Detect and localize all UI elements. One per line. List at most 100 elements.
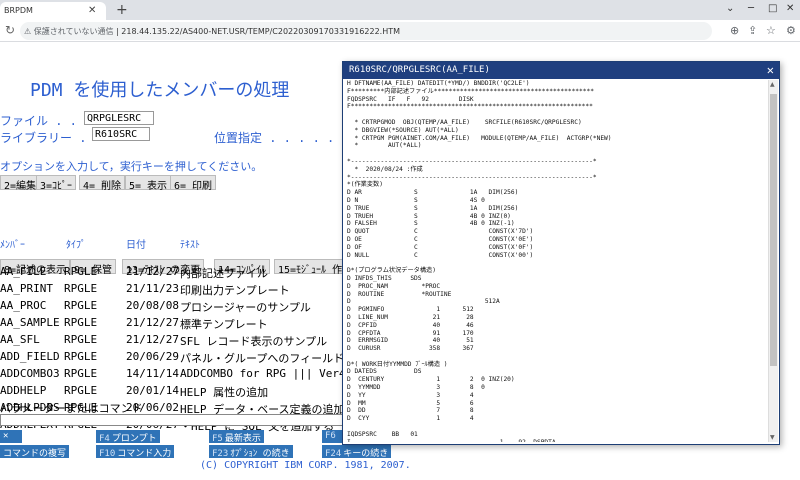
source-line: D INFDS_THIS SDS	[347, 274, 422, 282]
member-type: RPGLE	[64, 299, 98, 312]
maximize-icon[interactable]: □	[768, 3, 777, 14]
member-type: RPGLE	[64, 384, 98, 397]
popup-scrollbar[interactable]: ▲ ▼	[768, 80, 778, 442]
source-line	[347, 150, 767, 158]
member-row[interactable]: AA_SAMPLE RPGLE 21/12/27 標準テンプレート	[0, 316, 345, 333]
f6-button[interactable]: F6	[322, 430, 342, 443]
close-icon[interactable]: ✕	[767, 63, 774, 77]
source-line: H DFTNAME(AA_FILE) DATEDIT(*YMD/) BNDDIR…	[347, 80, 530, 87]
source-line: D OE C CONST(X'0E')	[347, 235, 534, 243]
source-line: D NULL C CONST(X'00')	[347, 251, 534, 259]
source-line: D OF C CONST(X'0F')	[347, 243, 534, 251]
source-line: F***************************************…	[347, 103, 593, 111]
source-line: D FALSEH S 4B 0 INZ(-1)	[347, 220, 515, 228]
close-icon[interactable]: ✕	[88, 5, 96, 16]
window-close-icon[interactable]: ✕	[786, 3, 794, 14]
source-line: D YYMMDD 3 8 0	[347, 384, 485, 392]
member-text: 印刷出力テンプレート	[180, 284, 290, 297]
source-line: D TRUEH S 4B 0 INZ(0)	[347, 212, 511, 220]
member-type: RPGLE	[64, 333, 98, 346]
column-text: ﾃｷｽﾄ	[180, 240, 200, 251]
source-line: FQDSPSRC IF F 92 DISK	[347, 95, 474, 103]
chevron-down-icon[interactable]: ⌄	[726, 3, 734, 14]
source-viewer-window: R610SRC/QRPGLESRC(AA_FILE) ✕ H DFTNAME(A…	[342, 61, 780, 445]
scroll-down-icon[interactable]: ▼	[770, 434, 775, 441]
source-line	[347, 111, 767, 119]
zoom-icon[interactable]: ⊕	[730, 24, 739, 37]
scrollbar-thumb[interactable]	[770, 94, 777, 366]
scroll-up-icon[interactable]: ▲	[770, 81, 775, 88]
f5-refresh-button[interactable]: F5 最新表示	[209, 430, 264, 444]
source-line: * 2020/08/24 :作成	[347, 165, 423, 173]
member-text: パネル・グループへのフィールド	[180, 352, 345, 365]
source-line: D N S 4S 0	[347, 196, 485, 204]
f23-more-options-button[interactable]: F23 ｵﾌﾟｼｮﾝ の続き	[209, 445, 293, 459]
address-bar[interactable]: ⚠ 保護されていない通信 | 218.44.135.22/AS400-NET.U…	[20, 22, 712, 40]
source-line: I 1 92 DSPDTA	[347, 439, 767, 442]
member-date: 20/06/29	[126, 350, 179, 363]
member-date: 21/12/27	[126, 333, 179, 346]
library-label: ライブラリー .	[0, 131, 87, 145]
source-line: D 512A	[347, 298, 500, 306]
f4-prompt-button[interactable]: F4 プロンプト	[96, 430, 160, 444]
browser-tab[interactable]: BRPDM ✕	[0, 2, 106, 20]
new-tab-icon[interactable]: +	[116, 2, 128, 18]
popup-title-bar: R610SRC/QRPGLESRC(AA_FILE) ✕	[343, 62, 779, 79]
f10-command-entry-button[interactable]: F10 コマンド入力	[96, 445, 175, 459]
source-line: D*(プログラム状況データ構造)	[347, 267, 436, 275]
source-line: D YY 3 4	[347, 391, 474, 399]
source-line: D PGMINFO 1 512	[347, 306, 474, 314]
library-field[interactable]: R610SRC	[92, 127, 150, 141]
option-display[interactable]: 5= 表示	[125, 175, 172, 192]
bookmark-star-icon[interactable]: ☆	[766, 24, 776, 37]
member-name: AA_FILE	[0, 265, 47, 278]
member-text: 内部記述ファイル	[180, 267, 268, 280]
share-icon[interactable]: ⇪	[748, 24, 757, 37]
member-row[interactable]: ADD_FIELD RPGLE 20/06/29 パネル・グループへのフィールド	[0, 350, 345, 367]
source-line: D MM 5 6	[347, 399, 474, 407]
source-line: D DATEDS DS	[347, 368, 422, 376]
column-member: ﾒﾝﾊﾞｰ	[0, 240, 25, 251]
command-input[interactable]	[0, 414, 345, 426]
member-row[interactable]: AA_SFL RPGLE 21/12/27 SFL レコード表示のサンプル	[0, 333, 345, 350]
source-line: * CRTPGM PGM(AINET.COM/AA_FILE) MODULE(Q…	[347, 134, 612, 142]
member-type: RPGLE	[64, 350, 98, 363]
warning-icon: ⚠	[24, 27, 32, 36]
member-text: ADDCOMBO for RPG ||| Ver4.0	[180, 367, 359, 380]
extensions-icon[interactable]: ⚙	[786, 24, 796, 37]
member-row[interactable]: AA_FILE RPGLE 21/12/27 内部記述ファイル	[0, 265, 345, 282]
url-text: 218.44.135.22/AS400-NET.USR/TEMP/C202203…	[121, 27, 401, 36]
source-line: F*********内部記述ファイル**********************…	[347, 87, 594, 95]
member-row[interactable]: ADDHELP RPGLE 20/01/14 HELP 属性の追加	[0, 384, 345, 401]
tab-title: BRPDM	[4, 6, 33, 15]
source-line: * CRTRPGMOD OBJ(QTEMP/AA_FILE) SRCFILE(R…	[347, 118, 582, 126]
minimize-icon[interactable]: ─	[748, 3, 754, 14]
source-line: D*( WORK日付YYMMDD ﾌﾞｰﾙ構造 )	[347, 360, 448, 368]
browser-toolbar: ↻ ⚠ 保護されていない通信 | 218.44.135.22/AS400-NET…	[0, 20, 800, 42]
f9-copy-command-button[interactable]: コマンドの複写	[0, 445, 70, 459]
option-delete[interactable]: 4= 削除	[79, 175, 126, 192]
file-field[interactable]: QRPGLESRC	[84, 111, 154, 125]
member-row[interactable]: AA_PROC RPGLE 20/08/08 プロシージャーのサンプル	[0, 299, 345, 316]
member-name: AA_PRINT	[0, 282, 53, 295]
source-line	[347, 353, 767, 361]
browser-tab-bar: BRPDM ✕ + ⌄ ─ □ ✕	[0, 0, 800, 20]
member-row[interactable]: ADDCOMBO3 RPGLE 14/11/14 ADDCOMBO for RPG |…	[0, 367, 359, 384]
source-line	[347, 259, 767, 267]
option-edit[interactable]: 2=編集	[0, 175, 41, 192]
source-line: D LINE_NUM 21 28	[347, 313, 474, 321]
member-row[interactable]: AA_PRINT RPGLE 21/11/23 印刷出力テンプレート	[0, 282, 345, 299]
f3-exit-button[interactable]: ✕	[0, 430, 22, 443]
reload-icon[interactable]: ↻	[5, 23, 15, 37]
member-text: 標準テンプレート	[180, 318, 268, 331]
member-type: RPGLE	[64, 282, 98, 295]
source-line: D ROUTINE *ROUTINE	[347, 290, 452, 298]
position-label: 位置指定 . . . . . .	[214, 131, 349, 145]
f24-more-keys-button[interactable]: F24 キーの続き	[322, 445, 392, 459]
option-print[interactable]: 6= 印刷	[170, 175, 217, 192]
source-line: D CENTURY 1 2 0 INZ(20)	[347, 376, 515, 384]
source-line: D CURUSR 358 367	[347, 345, 474, 353]
source-line: * DBGVIEW(*SOURCE) AUT(*ALL)	[347, 126, 459, 134]
source-line: D ERRMSGID 40 51	[347, 337, 474, 345]
option-copy[interactable]: 3=ｺﾋﾟｰ	[36, 175, 77, 192]
